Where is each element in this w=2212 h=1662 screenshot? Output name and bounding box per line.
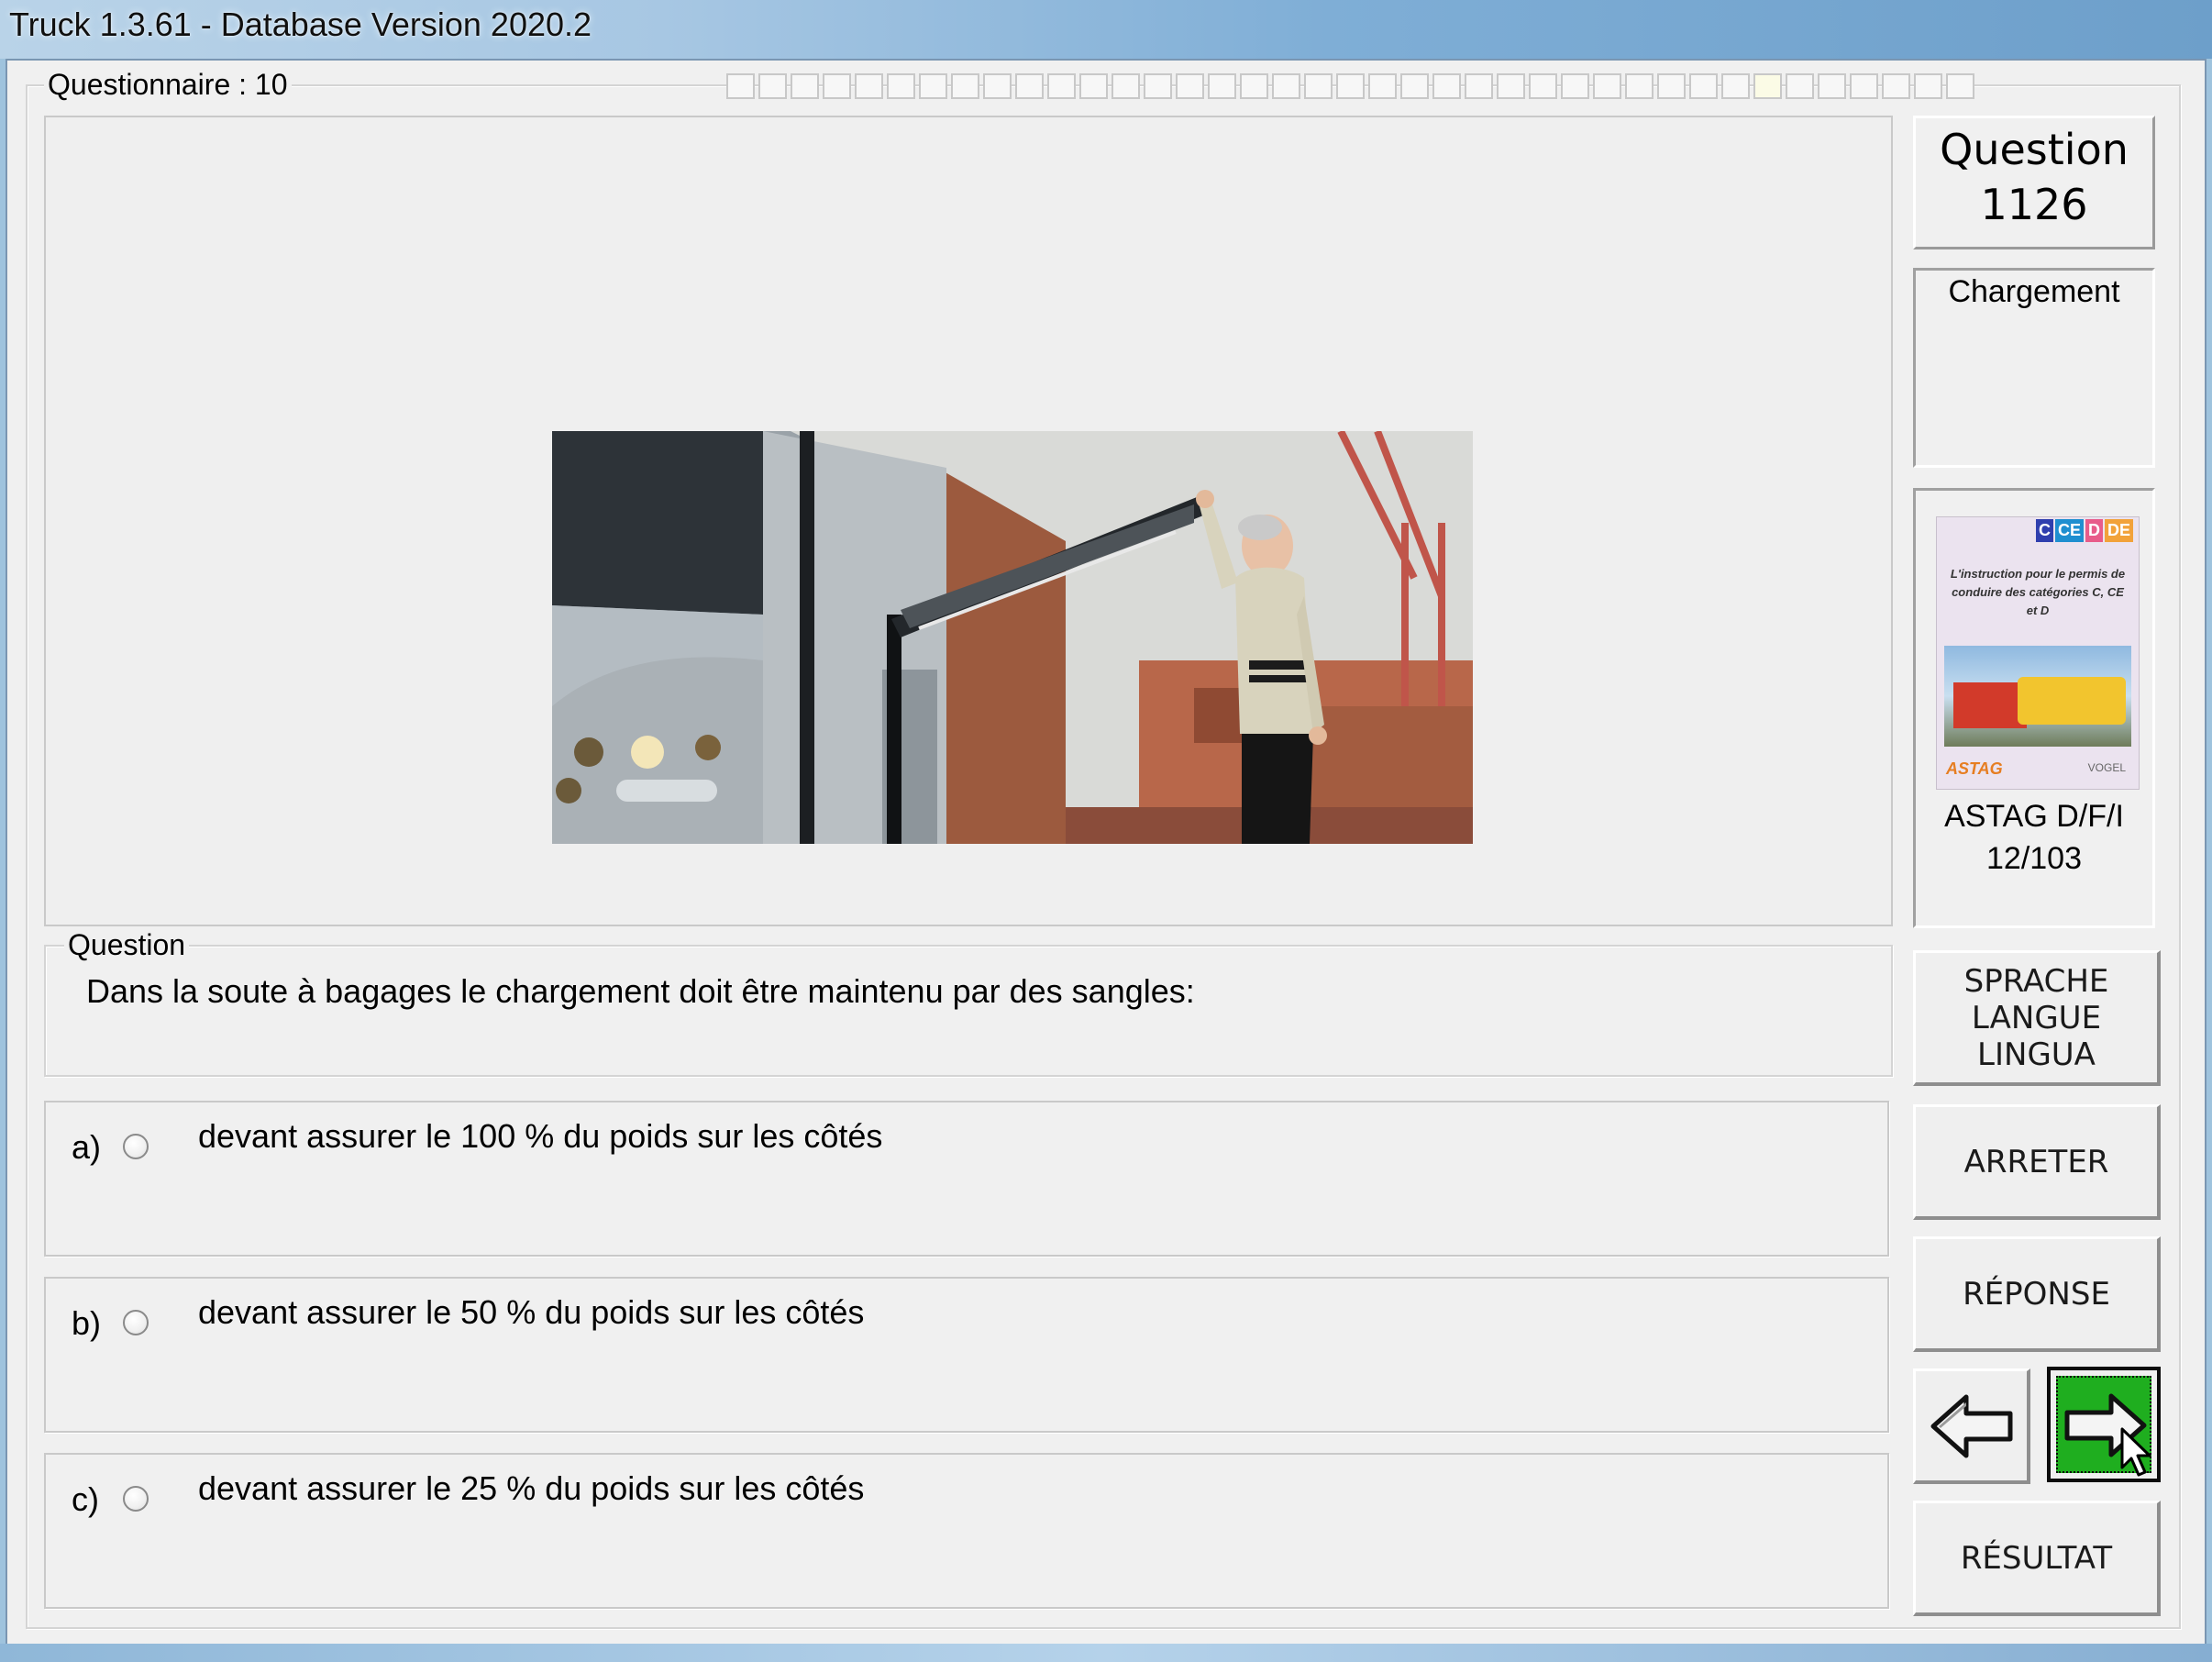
- progress-cell: [1047, 73, 1076, 99]
- window-title: Truck 1.3.61 - Database Version 2020.2: [9, 6, 592, 43]
- progress-cell: [1240, 73, 1268, 99]
- progress-cell: [951, 73, 979, 99]
- answer-a-radio[interactable]: [123, 1134, 149, 1159]
- book-tag-ce: CE: [2054, 519, 2084, 542]
- truck-shape: [1953, 682, 2027, 728]
- answer-option-a[interactable]: a) devant assurer le 100 % du poids sur …: [44, 1101, 1889, 1257]
- answer-letter: b): [72, 1304, 102, 1342]
- progress-cell: [1850, 73, 1878, 99]
- progress-cell: [919, 73, 947, 99]
- answer-b-radio[interactable]: [123, 1310, 149, 1335]
- progress-cell: [1176, 73, 1204, 99]
- progress-cell: [1112, 73, 1140, 99]
- progress-cell: [1304, 73, 1333, 99]
- progress-cell: [791, 73, 819, 99]
- question-group: [44, 945, 1893, 1077]
- answer-letter: c): [72, 1480, 99, 1518]
- progress-cell: [1208, 73, 1236, 99]
- vogel-logo: VOGEL: [2087, 761, 2126, 774]
- book-tag-c: C: [2035, 519, 2053, 542]
- language-line-3: LINGUA: [1977, 1036, 2096, 1073]
- result-button[interactable]: RÉSULTAT: [1913, 1501, 2161, 1616]
- progress-cell: [1689, 73, 1718, 99]
- progress-cell: [823, 73, 851, 99]
- progress-cell: [1625, 73, 1653, 99]
- progress-cell: [1914, 73, 1942, 99]
- answer-option-b[interactable]: b) devant assurer le 50 % du poids sur l…: [44, 1277, 1889, 1433]
- category-box: Chargement: [1913, 268, 2155, 468]
- question-number-value: 1126: [1980, 180, 2088, 229]
- questionnaire-label: Questionnaire : 10: [44, 68, 292, 101]
- question-number-label: Question: [1940, 125, 2129, 174]
- mouse-cursor-icon: [2120, 1427, 2151, 1477]
- astag-logo: ASTAG: [1946, 759, 2003, 778]
- progress-cell: [1593, 73, 1621, 99]
- result-button-label: RÉSULTAT: [1960, 1539, 2113, 1577]
- question-text: Dans la soute à bagages le chargement do…: [86, 972, 1195, 1010]
- stop-button-label: ARRETER: [1963, 1143, 2109, 1180]
- category-label: Chargement: [1948, 274, 2120, 309]
- bus-luggage-photo: [552, 431, 1473, 844]
- question-number-box: Question 1126: [1913, 116, 2155, 249]
- answer-text: devant assurer le 25 % du poids sur les …: [198, 1469, 865, 1507]
- book-source: ASTAG D/F/I: [1944, 799, 2124, 834]
- language-button[interactable]: SPRACHE LANGUE LINGUA: [1913, 950, 2161, 1086]
- progress-cell: [1465, 73, 1493, 99]
- arrow-left-icon: [1930, 1394, 2012, 1457]
- progress-cell: [1368, 73, 1397, 99]
- book-tag-de: DE: [2104, 519, 2133, 542]
- progress-cell: [1272, 73, 1300, 99]
- progress-cell: [1144, 73, 1172, 99]
- book-cover-image: [1944, 646, 2131, 747]
- progress-cell: [983, 73, 1012, 99]
- language-line-1: SPRACHE: [1963, 962, 2109, 1000]
- answer-text: devant assurer le 50 % du poids sur les …: [198, 1293, 865, 1331]
- window-bottom-border: [0, 1644, 2212, 1662]
- progress-cell: [1079, 73, 1108, 99]
- title-bar: Truck 1.3.61 - Database Version 2020.2: [0, 0, 2212, 59]
- question-photo: [552, 431, 1473, 844]
- answer-c-radio[interactable]: [123, 1486, 149, 1512]
- progress-cell: [1946, 73, 1974, 99]
- progress-cell: [1818, 73, 1846, 99]
- next-button[interactable]: [2047, 1367, 2161, 1482]
- progress-cell: [887, 73, 915, 99]
- progress-cell: [1432, 73, 1461, 99]
- book-cover-tags: C CE D DE: [2035, 519, 2133, 542]
- answer-button[interactable]: RÉPONSE: [1913, 1236, 2161, 1352]
- answer-text: devant assurer le 100 % du poids sur les…: [198, 1117, 883, 1155]
- question-image-panel: [44, 116, 1893, 926]
- book-tag-d: D: [2085, 519, 2103, 542]
- progress-cell: [1015, 73, 1044, 99]
- book-reference: 12/103: [1986, 841, 2082, 876]
- progress-cell: [1529, 73, 1557, 99]
- progress-cell: [1336, 73, 1365, 99]
- book-reference-box: C CE D DE L'instruction pour le permis d…: [1913, 488, 2155, 928]
- answer-option-c[interactable]: c) devant assurer le 25 % du poids sur l…: [44, 1453, 1889, 1609]
- answer-button-label: RÉPONSE: [1963, 1275, 2110, 1313]
- main-window: Questionnaire : 10 Question 1126 Chargem…: [6, 59, 2206, 1645]
- progress-cell: [726, 73, 755, 99]
- progress-cell: [1882, 73, 1910, 99]
- question-group-label: Question: [64, 928, 190, 961]
- questionnaire-progress: [726, 73, 1974, 101]
- stop-button[interactable]: ARRETER: [1913, 1104, 2161, 1220]
- progress-cell: [855, 73, 883, 99]
- book-cover-text: L'instruction pour le permis de conduire…: [1950, 567, 2126, 617]
- language-line-2: LANGUE: [1971, 999, 2102, 1036]
- previous-button[interactable]: [1913, 1368, 2030, 1484]
- progress-cell: [1753, 73, 1782, 99]
- progress-cell: [1786, 73, 1814, 99]
- progress-cell: [758, 73, 787, 99]
- book-cover: C CE D DE L'instruction pour le permis d…: [1936, 516, 2140, 790]
- progress-cell: [1721, 73, 1750, 99]
- progress-cell: [1497, 73, 1525, 99]
- progress-cell: [1400, 73, 1429, 99]
- progress-cell: [1561, 73, 1589, 99]
- progress-cell: [1657, 73, 1686, 99]
- answer-letter: a): [72, 1128, 102, 1166]
- bus-shape: [2018, 677, 2126, 725]
